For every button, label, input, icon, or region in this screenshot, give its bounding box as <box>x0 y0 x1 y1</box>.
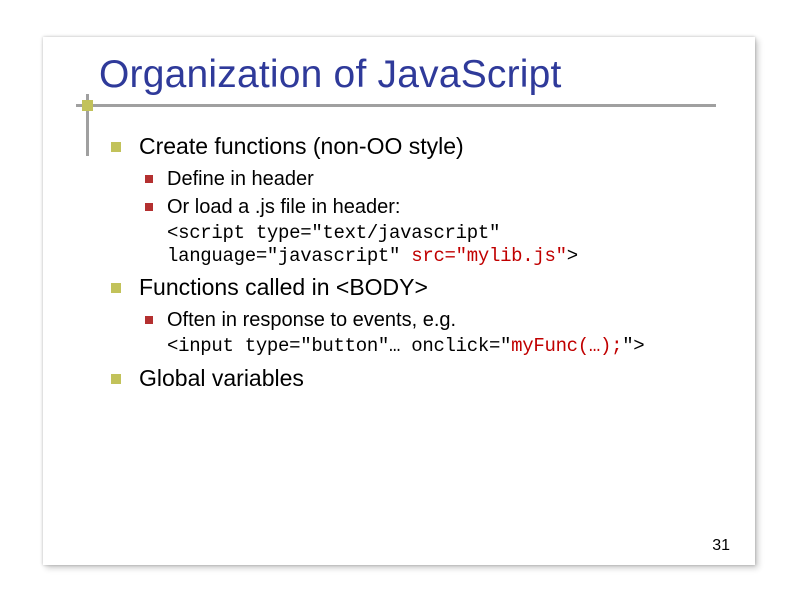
bullet-load-js-file: Or load a .js file in header: <box>111 194 731 220</box>
title-decoration <box>73 92 93 112</box>
bullet-define-header: Define in header <box>111 166 731 192</box>
bullet-functions-body: Functions called in <BODY> <box>111 273 731 303</box>
bullet-global-vars: Global variables <box>111 364 731 394</box>
code-input-a: <input type="button"… onclick=" <box>167 335 511 357</box>
code-input-tag: <input type="button"… onclick="myFunc(…)… <box>111 335 731 358</box>
code-line-1: <script type="text/javascript" <box>167 222 500 244</box>
slide: Organization of JavaScript Create functi… <box>43 37 755 565</box>
corner-square-icon <box>82 100 93 111</box>
code-line-2b: > <box>567 245 578 267</box>
code-input-b: "> <box>622 335 644 357</box>
bullet-events: Often in response to events, e.g. <box>111 307 731 333</box>
page-number: 31 <box>712 537 730 555</box>
horizontal-rule <box>76 104 716 107</box>
code-line-2a: language="javascript" <box>167 245 411 267</box>
code-script-tag: <script type="text/javascript" language=… <box>111 222 731 268</box>
code-src-attr: src="mylib.js" <box>411 245 566 267</box>
code-onclick-call: myFunc(…); <box>511 335 622 357</box>
slide-title: Organization of JavaScript <box>99 53 562 97</box>
bullet-create-functions: Create functions (non-OO style) <box>111 132 731 162</box>
slide-content: Create functions (non-OO style) Define i… <box>111 132 731 398</box>
